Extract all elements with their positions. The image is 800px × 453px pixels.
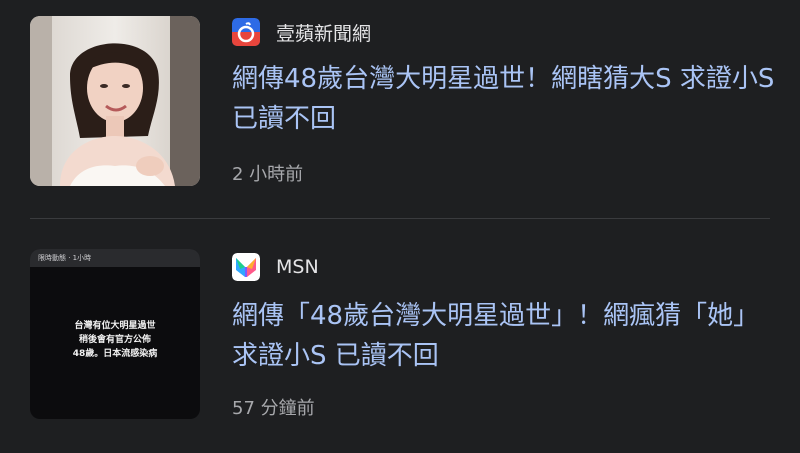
article-headline[interactable]: 網傳48歲台灣大明星過世！網瞎猜大S 求證小S已讀不回 <box>232 59 777 139</box>
article-timestamp: 57 分鐘前 <box>232 398 315 419</box>
news-feed: 壹蘋新聞網 網傳48歲台灣大明星過世！網瞎猜大S 求證小S已讀不回 2 小時前 … <box>0 0 800 453</box>
source-row[interactable]: 壹蘋新聞網 <box>232 17 371 47</box>
story-line: 台灣有位大明星過世 <box>74 321 156 331</box>
news-card[interactable]: 壹蘋新聞網 網傳48歲台灣大明星過世！網瞎猜大S 求證小S已讀不回 2 小時前 <box>0 0 800 218</box>
woman-portrait-photo <box>30 16 200 186</box>
news-card[interactable]: 限時動態 · 1小時 台灣有位大明星過世 稍後會有官方公佈 48歲。日本流感染病 <box>0 219 800 453</box>
story-top-bar: 限時動態 · 1小時 <box>30 249 200 267</box>
source-row[interactable]: MSN <box>232 252 319 282</box>
article-timestamp: 2 小時前 <box>232 164 304 185</box>
msn-butterfly-logo-icon <box>232 253 260 281</box>
story-line: 稍後會有官方公佈 <box>78 335 151 345</box>
story-line: 48歲。日本流感染病 <box>72 349 158 359</box>
source-name: MSN <box>276 256 319 278</box>
article-thumbnail[interactable]: 限時動態 · 1小時 台灣有位大明星過世 稍後會有官方公佈 48歲。日本流感染病 <box>30 249 200 419</box>
story-text: 台灣有位大明星過世 稍後會有官方公佈 48歲。日本流感染病 <box>30 319 200 361</box>
apple-daily-logo-icon <box>232 18 260 46</box>
story-screenshot: 限時動態 · 1小時 台灣有位大明星過世 稍後會有官方公佈 48歲。日本流感染病 <box>30 249 200 419</box>
article-headline[interactable]: 網傳「48歲台灣大明星過世」！網瘋猜「她」 求證小S 已讀不回 <box>232 296 777 376</box>
source-name: 壹蘋新聞網 <box>276 22 372 45</box>
story-top-bar-text: 限時動態 · 1小時 <box>38 254 92 262</box>
article-thumbnail[interactable] <box>30 16 200 186</box>
